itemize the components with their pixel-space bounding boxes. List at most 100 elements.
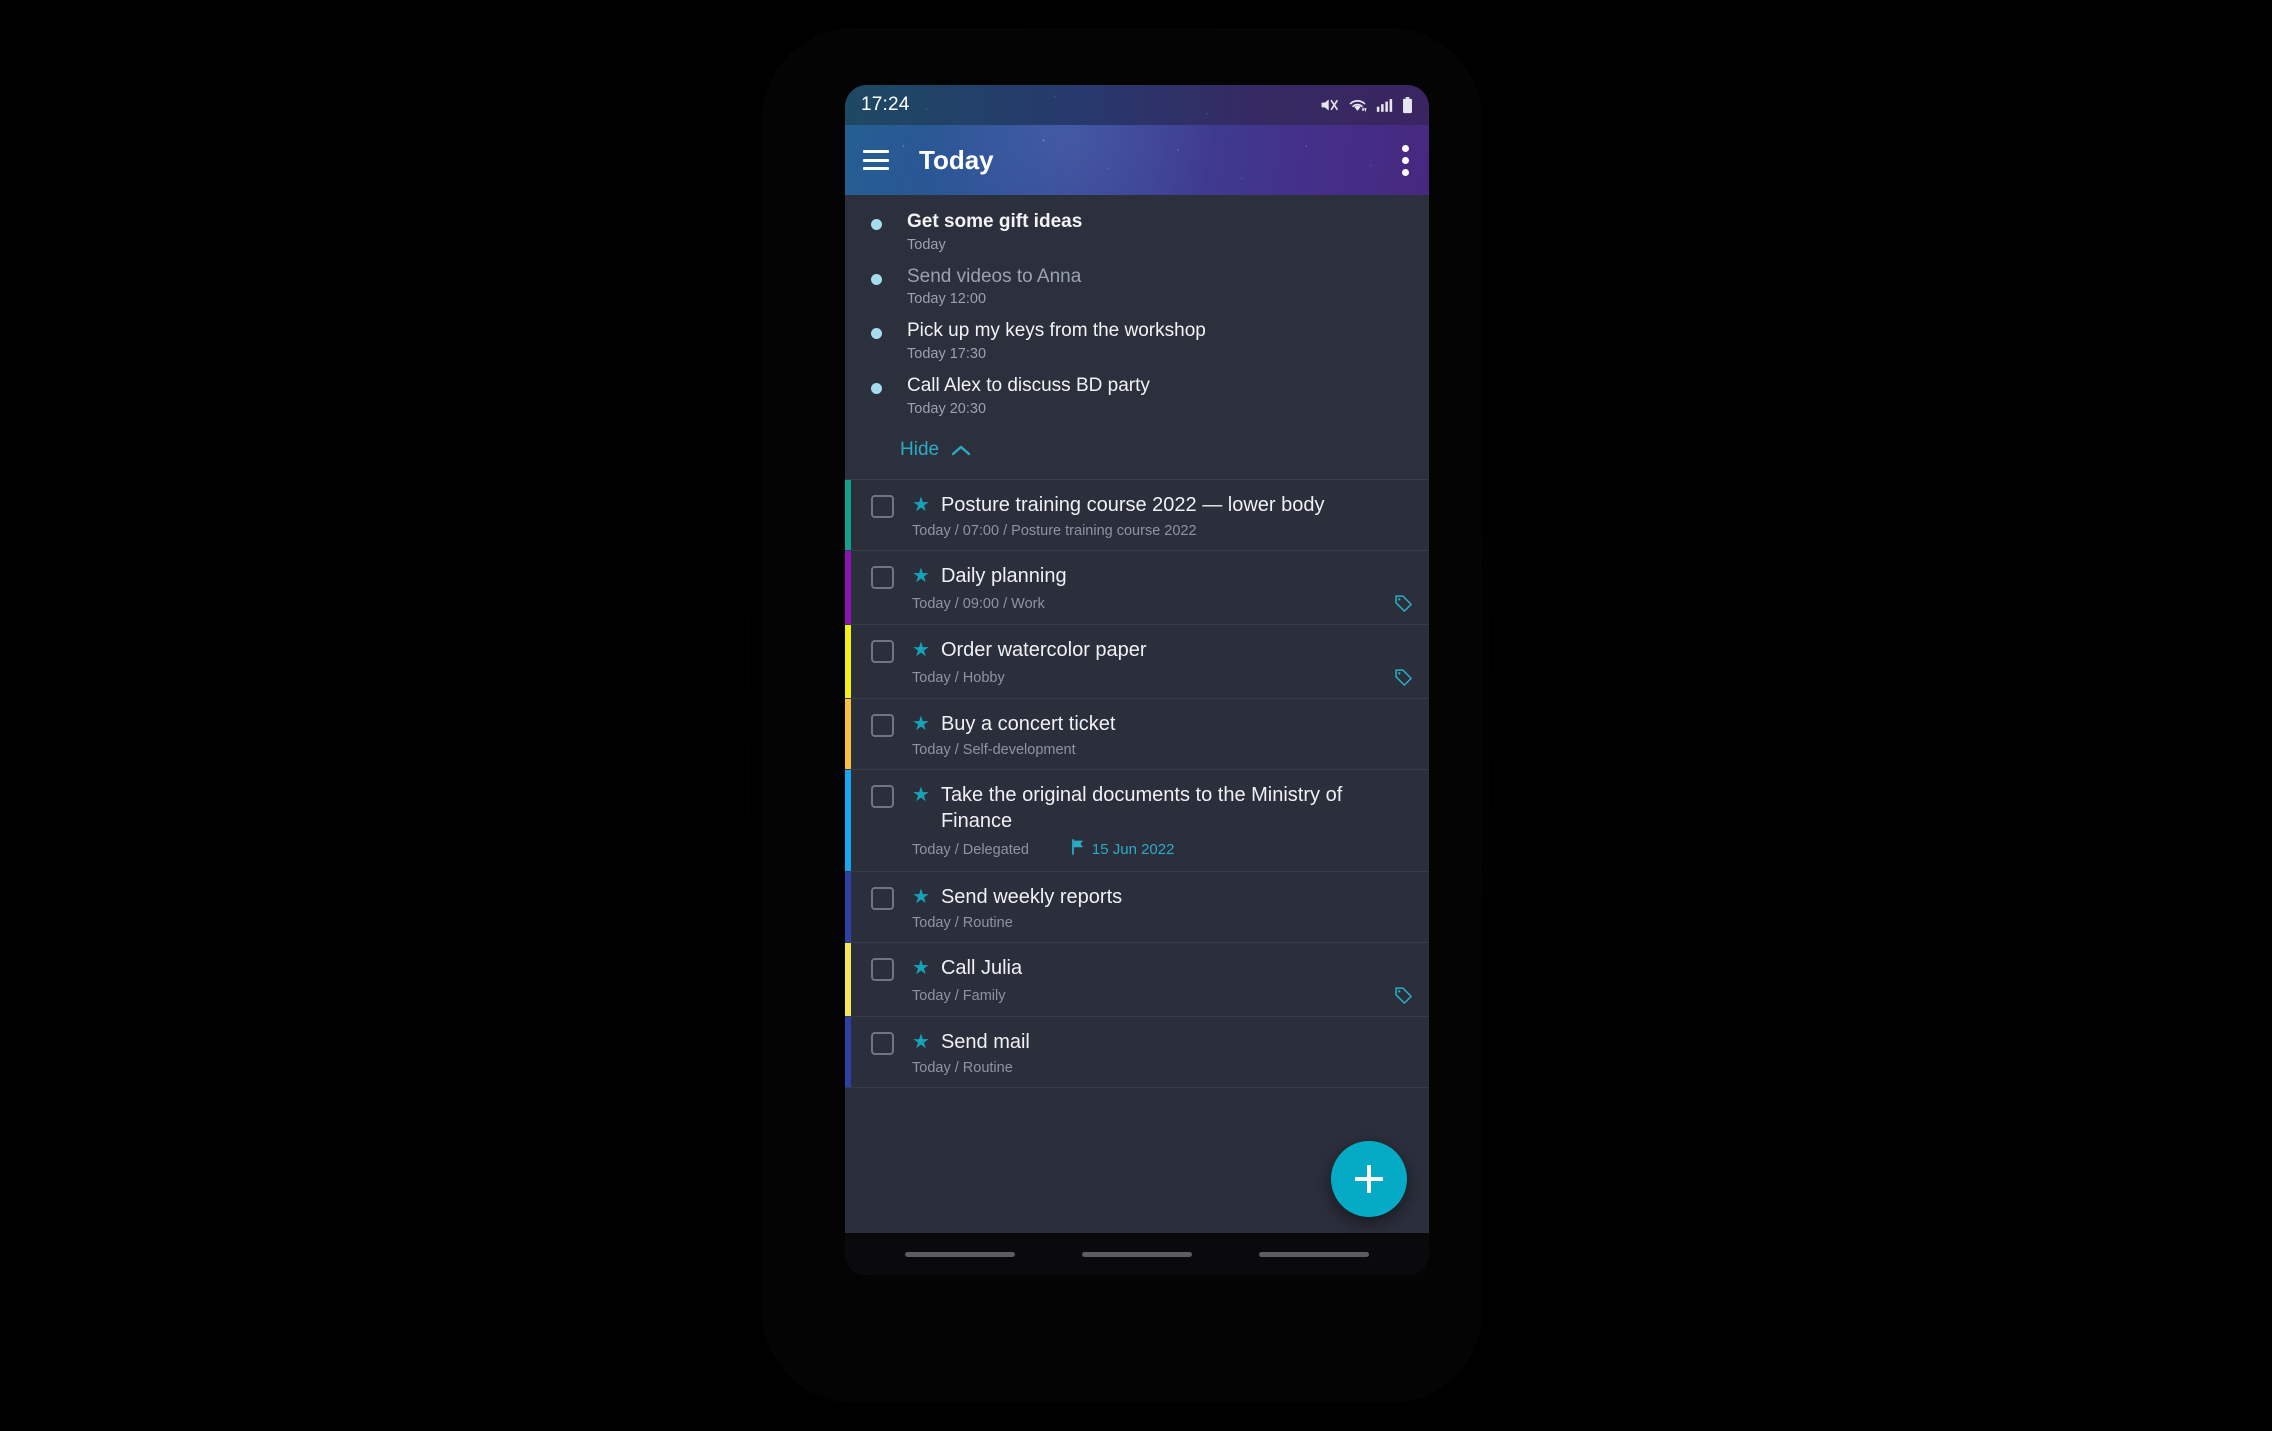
task-content: ★ Posture training course 2022 — lower bo… (912, 492, 1413, 539)
task-title: Posture training course 2022 — lower bod… (940, 494, 1325, 517)
task-row[interactable]: ★ Take the original documents to the Mini… (845, 770, 1429, 873)
task-meta-row: Today / Hobby (912, 668, 1413, 687)
tag-icon[interactable] (1394, 594, 1413, 613)
task-subtitle: Today / Self-development (912, 742, 1076, 759)
list-item[interactable]: Call Alex to discuss BD party Today 20:3… (845, 369, 1429, 424)
task-checkbox[interactable] (871, 887, 894, 911)
overflow-menu-icon[interactable] (1401, 144, 1409, 176)
hide-section-label: Hide (900, 439, 940, 461)
recents-pill[interactable] (904, 1251, 1015, 1257)
task-category-color-stripe (845, 872, 851, 943)
task-checkbox[interactable] (871, 640, 894, 664)
task-subtitle: Today / Routine (912, 915, 1013, 932)
star-icon[interactable]: ★ (912, 711, 930, 737)
task-meta-row: Today / 07:00 / Posture training course … (912, 523, 1413, 539)
task-category-color-stripe (845, 1017, 851, 1088)
list-item-subtitle: Today 20:30 (907, 400, 987, 417)
task-title: Daily planning (940, 565, 1067, 588)
star-icon[interactable]: ★ (912, 637, 930, 663)
task-checkbox[interactable] (871, 1032, 894, 1056)
task-row[interactable]: ★ Send mail Today / Routine (845, 1017, 1429, 1089)
back-pill[interactable] (1259, 1251, 1370, 1257)
task-subtitle: Today / 07:00 / Posture training course … (912, 523, 1197, 540)
task-content: ★ Call Julia Today / Family (912, 955, 1413, 1005)
list-item[interactable]: Pick up my keys from the workshop Today … (845, 314, 1429, 369)
task-row[interactable]: ★ Call Julia Today / Family (845, 943, 1429, 1018)
list-item-subtitle: Today (907, 236, 946, 253)
task-content: ★ Take the original documents to the Mini… (912, 782, 1413, 860)
star-icon[interactable]: ★ (912, 955, 930, 981)
task-title-line: ★ Send mail (912, 1029, 1413, 1055)
task-row[interactable]: ★ Order watercolor paper Today / Hobby (845, 625, 1429, 700)
task-meta-row: Today / Family (912, 986, 1413, 1005)
task-subtitle: Today / Family (912, 987, 1006, 1004)
task-checkbox[interactable] (871, 566, 894, 590)
task-list: ★ Posture training course 2022 — lower bo… (845, 480, 1429, 1089)
list-item-subtitle: Today 17:30 (907, 345, 987, 362)
star-icon[interactable]: ★ (912, 782, 930, 808)
task-checkbox[interactable] (871, 714, 894, 738)
phone-screen: 17:24 Today Get some gift ideas Today Se… (845, 85, 1429, 1275)
overdue-section: Get some gift ideas Today Send videos to… (845, 195, 1429, 481)
task-subtitle: Today / Hobby (912, 669, 1005, 686)
battery-icon (1402, 96, 1413, 114)
task-title: Take the original documents to the Minis… (940, 784, 1343, 833)
star-icon[interactable]: ★ (912, 884, 930, 910)
task-content: ★ Daily planning Today / 09:00 / Work (912, 563, 1413, 613)
task-category-color-stripe (845, 625, 851, 699)
star-icon[interactable]: ★ (912, 492, 930, 518)
task-meta-row: Today / Self-development (912, 742, 1413, 758)
hamburger-menu-icon[interactable] (863, 150, 889, 170)
task-content: ★ Send weekly reports Today / Routine (912, 884, 1413, 931)
task-content: ★ Buy a concert ticket Today / Self-develo… (912, 711, 1413, 758)
flag-icon (1071, 839, 1085, 860)
add-task-fab[interactable] (1331, 1141, 1407, 1217)
task-subtitle: Today / 09:00 / Work (912, 595, 1045, 612)
task-title-line: ★ Order watercolor paper (912, 637, 1413, 663)
task-checkbox[interactable] (871, 785, 894, 809)
list-item[interactable]: Get some gift ideas Today (845, 205, 1429, 260)
home-pill[interactable] (1081, 1251, 1192, 1257)
plus-icon-vertical (1367, 1165, 1371, 1193)
tag-icon[interactable] (1394, 986, 1413, 1005)
list-item-title: Send videos to Anna (907, 265, 1082, 287)
status-bar: 17:24 (845, 85, 1429, 125)
list-item-texts: Call Alex to discuss BD party Today 20:3… (907, 374, 1150, 419)
bullet-dot-icon (871, 328, 882, 340)
bullet-dot-icon (871, 219, 882, 230)
list-item[interactable]: Send videos to Anna Today 12:00 (845, 260, 1429, 315)
status-bar-clock: 17:24 (861, 94, 910, 115)
task-row[interactable]: ★ Posture training course 2022 — lower bo… (845, 480, 1429, 552)
list-item-title: Pick up my keys from the workshop (907, 320, 1206, 342)
list-item-texts: Get some gift ideas Today (907, 210, 1082, 255)
task-due-date[interactable]: 15 Jun 2022 (1071, 839, 1174, 860)
task-row[interactable]: ★ Daily planning Today / 09:00 / Work (845, 551, 1429, 626)
task-title: Call Julia (940, 957, 1023, 980)
task-content: ★ Order watercolor paper Today / Hobby (912, 637, 1413, 687)
task-row[interactable]: ★ Send weekly reports Today / Routine (845, 872, 1429, 944)
task-subtitle: Today / Routine (912, 1060, 1013, 1077)
task-row[interactable]: ★ Buy a concert ticket Today / Self-develo… (845, 699, 1429, 771)
system-navigation-bar (845, 1233, 1429, 1275)
task-title: Order watercolor paper (940, 639, 1147, 662)
tag-icon[interactable] (1394, 668, 1413, 687)
task-category-color-stripe (845, 943, 851, 1017)
list-item-texts: Pick up my keys from the workshop Today … (907, 319, 1206, 364)
task-category-color-stripe (845, 480, 851, 551)
task-checkbox[interactable] (871, 495, 894, 519)
list-item-title: Call Alex to discuss BD party (907, 374, 1150, 396)
star-icon[interactable]: ★ (912, 563, 930, 589)
task-subtitle: Today / Delegated (912, 841, 1029, 858)
hide-section-button[interactable]: Hide (845, 423, 1429, 475)
task-category-color-stripe (845, 551, 851, 625)
star-icon[interactable]: ★ (912, 1029, 930, 1055)
status-bar-icons (1320, 96, 1413, 114)
list-item-title: Get some gift ideas (907, 211, 1083, 232)
chevron-up-icon (951, 444, 971, 457)
task-title-line: ★ Posture training course 2022 — lower bo… (912, 492, 1413, 518)
task-meta-row: Today / 09:00 / Work (912, 594, 1413, 613)
bullet-dot-icon (871, 382, 882, 394)
task-meta-row: Today / Delegated 15 Jun 2022 (912, 839, 1413, 860)
bullet-dot-icon (871, 273, 882, 285)
task-checkbox[interactable] (871, 958, 894, 982)
